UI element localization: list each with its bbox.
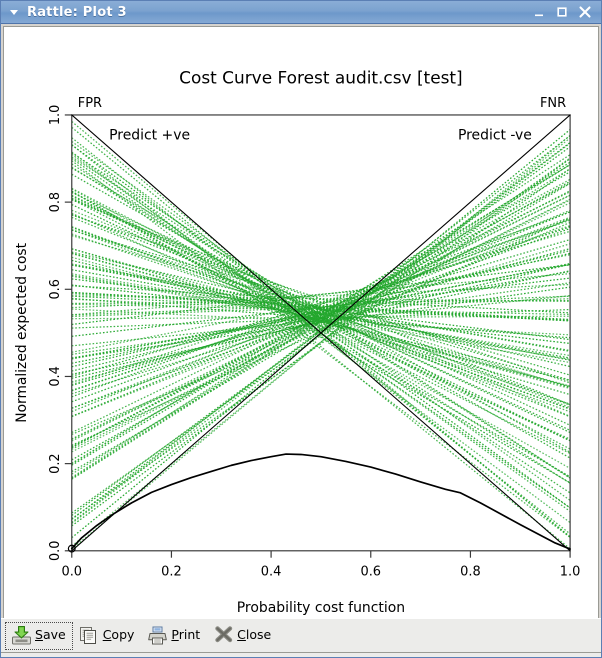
svg-text:1.0: 1.0: [560, 565, 581, 580]
status-strip: [1, 652, 601, 657]
plot-canvas: 0.0 0.2 0.4 0.6 0.8 1.0 0.0 0.2 0.4 0.6 0.8 1.0 Pred…: [3, 26, 599, 618]
window-title: Rattle: Plot 3: [27, 4, 127, 20]
save-button[interactable]: Save: [5, 621, 73, 650]
svg-text:FNR: FNR: [540, 96, 566, 111]
svg-text:Predict +ve: Predict +ve: [109, 128, 190, 144]
svg-text:FPR: FPR: [78, 96, 102, 111]
minimize-button[interactable]: [532, 5, 546, 19]
svg-text:0.8: 0.8: [460, 565, 481, 580]
copy-button-label: Copy: [102, 627, 135, 643]
svg-text:0.6: 0.6: [48, 279, 63, 299]
save-button-label: Save: [35, 627, 66, 643]
print-button-label: Print: [171, 627, 201, 643]
print-icon: [146, 625, 168, 647]
svg-text:0.6: 0.6: [360, 565, 381, 580]
svg-text:0.4: 0.4: [48, 366, 63, 386]
plot-window: Rattle: Plot 3 0.0 0.2 0.4 0.6 0.8 1.0 0.0 0.2 0…: [0, 0, 602, 658]
close-toolbar-button[interactable]: Close: [207, 622, 278, 650]
svg-text:0.0: 0.0: [61, 565, 82, 580]
save-icon: [10, 625, 32, 647]
close-toolbar-button-label: Close: [237, 627, 272, 643]
svg-text:1.0: 1.0: [48, 105, 63, 125]
svg-text:Cost Curve Forest audit.csv [t: Cost Curve Forest audit.csv [test]: [179, 67, 463, 87]
svg-text:0.4: 0.4: [261, 565, 282, 580]
maximize-button[interactable]: [555, 5, 569, 19]
window-titlebar: Rattle: Plot 3: [1, 1, 601, 24]
print-button[interactable]: Print: [141, 622, 207, 650]
svg-text:Probability cost function: Probability cost function: [237, 600, 405, 616]
copy-icon: [78, 625, 100, 647]
svg-text:0.2: 0.2: [48, 453, 63, 473]
window-controls: [532, 5, 597, 19]
cost-curve-plot: 0.0 0.2 0.4 0.6 0.8 1.0 0.0 0.2 0.4 0.6 0.8 1.0 Pred…: [4, 27, 598, 618]
close-icon: [212, 625, 234, 647]
chevron-down-icon[interactable]: [7, 5, 21, 19]
svg-text:Predict -ve: Predict -ve: [458, 128, 532, 144]
copy-button[interactable]: Copy: [73, 622, 142, 650]
svg-text:0.2: 0.2: [161, 565, 182, 580]
svg-text:0.8: 0.8: [48, 192, 63, 212]
close-button[interactable]: [578, 5, 592, 19]
svg-text:0.0: 0.0: [48, 541, 63, 561]
svg-text:Normalized expected cost: Normalized expected cost: [14, 242, 30, 422]
bottom-toolbar: Save Copy Print Close: [1, 618, 601, 652]
